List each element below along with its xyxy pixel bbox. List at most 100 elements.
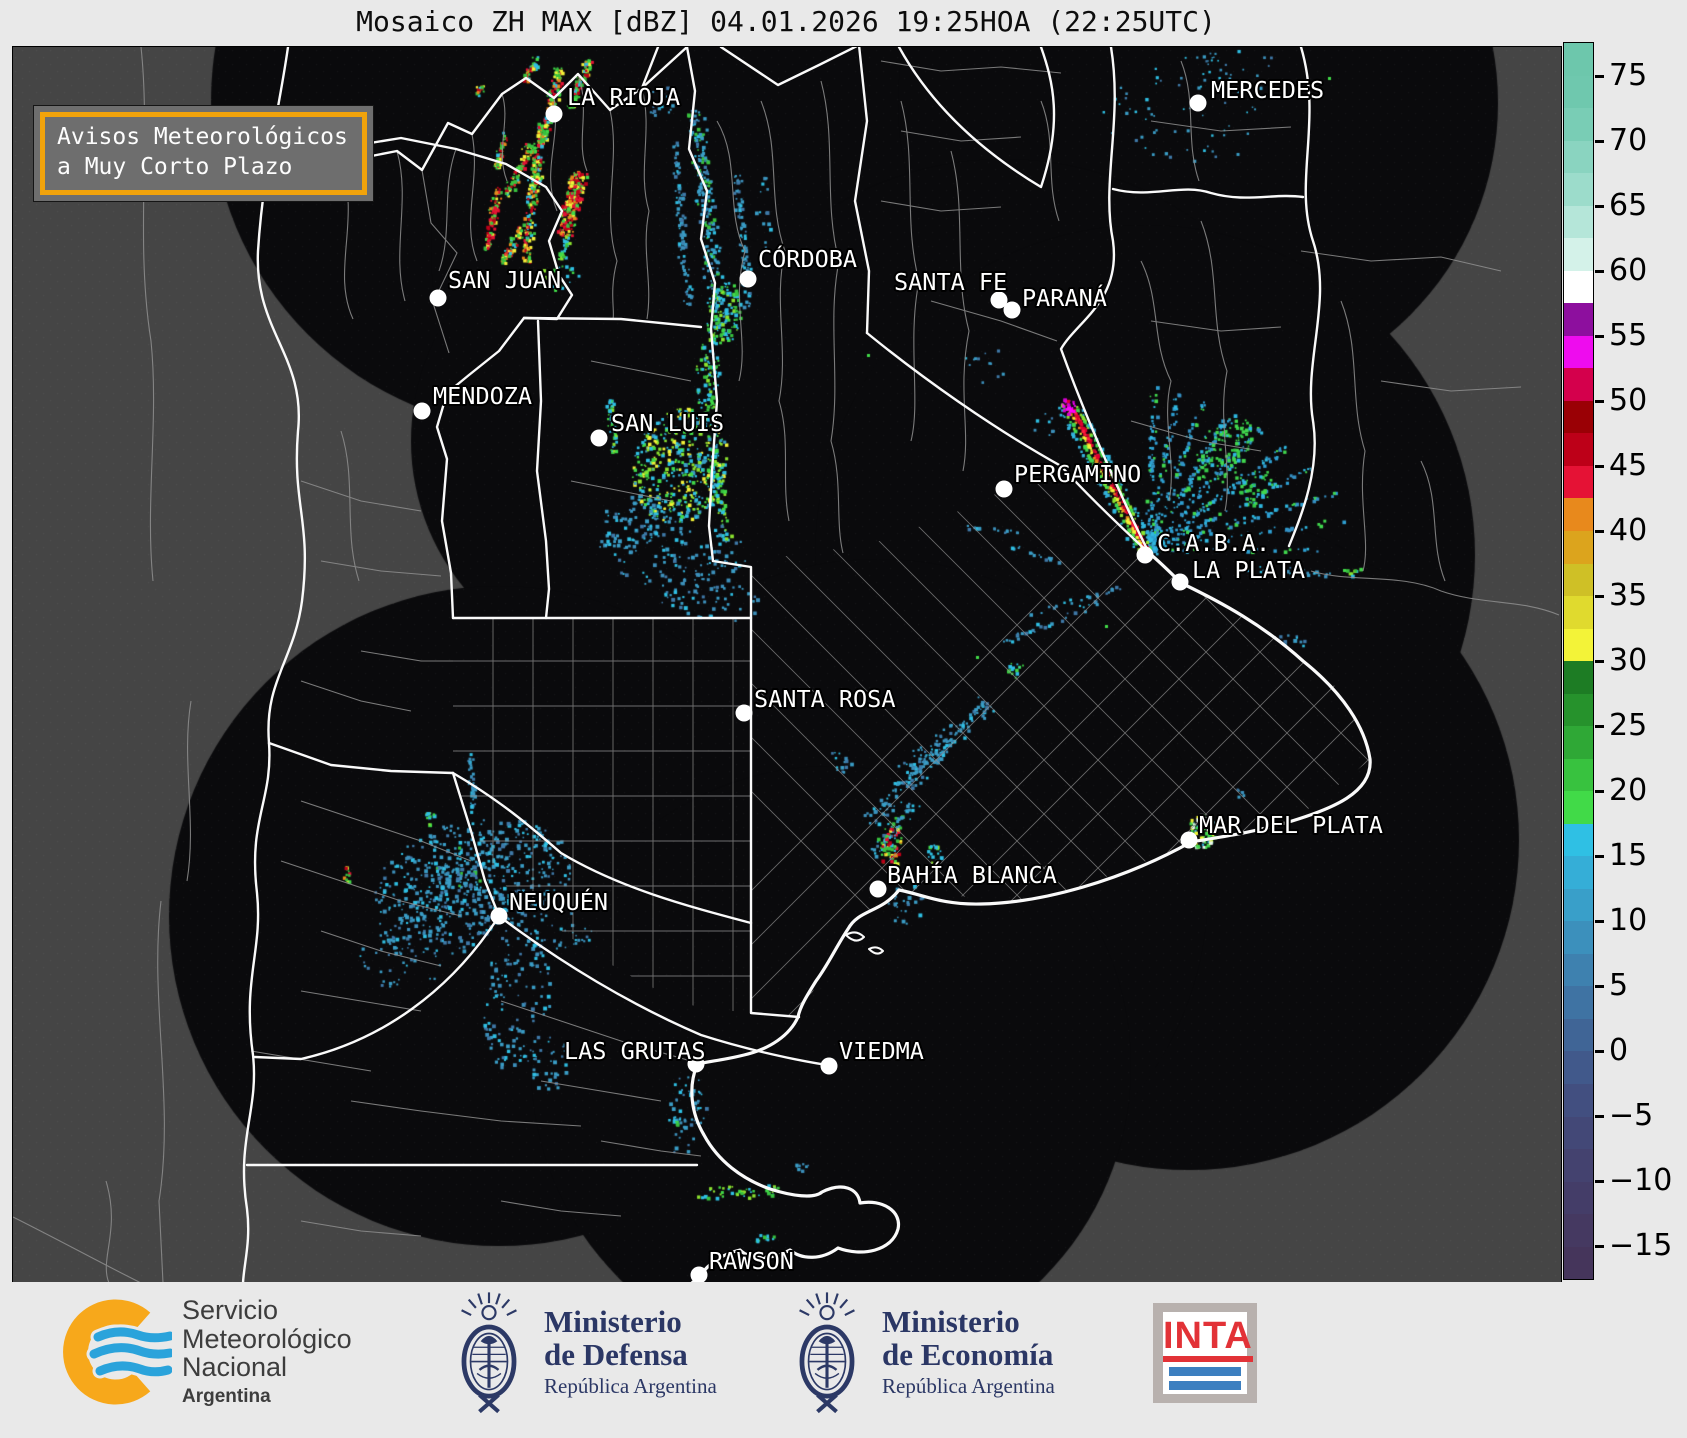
economia-text: Ministerio de Economía República Argenti… <box>882 1304 1055 1400</box>
colorbar-segment <box>1564 823 1593 857</box>
colorbar-tick <box>1595 530 1604 533</box>
city-marker: NEUQUÉN <box>490 886 610 925</box>
colorbar-tick <box>1595 335 1604 338</box>
inta-inner: INTA <box>1163 1312 1253 1394</box>
colorbar-tick <box>1595 920 1604 923</box>
ministerio-defensa-logo: Ministerio de Defensa República Argentin… <box>450 1290 717 1414</box>
city-marker: LAS GRUTAS <box>562 1035 707 1073</box>
colorbar-tick <box>1595 595 1604 598</box>
radar-mosaic-page: { "title": "Mosaico ZH MAX [dBZ] 04.01.2… <box>0 0 1687 1438</box>
colorbar-tick <box>1595 1180 1604 1183</box>
radar-map: LA RIOJA MERCEDES SAN JUAN CÓRDOBA SANTA FE P… <box>12 46 1562 1284</box>
colorbar-tick <box>1595 205 1604 208</box>
city-marker: MENDOZA <box>413 380 534 420</box>
colorbar-segment <box>1564 43 1593 76</box>
city-marker: VIEDMA <box>820 1035 926 1075</box>
colorbar-segment <box>1564 953 1593 987</box>
city-label: C.A.B.A. <box>1157 529 1270 557</box>
colorbar-segment <box>1564 1051 1593 1084</box>
city-marker: CÓRDOBA <box>739 243 859 288</box>
city-marker: SAN LUIS <box>590 407 726 447</box>
colorbar-tick-label: 35 <box>1609 578 1648 613</box>
colorbar-segment <box>1564 433 1593 466</box>
colorbar-tick-label: 50 <box>1609 383 1648 418</box>
colorbar-segment <box>1564 1149 1593 1182</box>
colorbar-segment <box>1564 1214 1593 1247</box>
city-marker: LA PLATA <box>1171 554 1307 591</box>
colorbar-segment <box>1564 335 1593 369</box>
smn-line4: Argentina <box>182 1385 271 1407</box>
colorbar-segment <box>1564 628 1593 662</box>
city-marker: SANTA FE <box>892 266 1009 309</box>
city-markers-layer: LA RIOJA MERCEDES SAN JUAN CÓRDOBA SANTA FE P… <box>413 74 1385 1283</box>
colorbar-segment <box>1564 75 1593 109</box>
smn-logo: Servicio Meteorológico Nacional Argentin… <box>56 1296 352 1408</box>
colorbar-segment <box>1564 400 1593 434</box>
city-label: LA PLATA <box>1192 556 1305 584</box>
colorbar-segment <box>1564 270 1593 304</box>
inta-frame: INTA <box>1153 1303 1257 1403</box>
colorbar-tick <box>1595 855 1604 858</box>
ministerio-economia-logo: Ministerio de Economía República Argenti… <box>788 1290 1055 1414</box>
colorbar-segment <box>1564 205 1593 239</box>
defensa-text: Ministerio de Defensa República Argentin… <box>544 1303 717 1400</box>
colorbar-segment <box>1564 856 1593 889</box>
economia-line3: República Argentina <box>882 1374 1055 1399</box>
colorbar-segment <box>1564 563 1593 597</box>
city-label: SAN JUAN <box>448 266 561 294</box>
footer-logos: Servicio Meteorológico Nacional Argentin… <box>0 1282 1687 1438</box>
colorbar-tick <box>1595 1050 1604 1053</box>
city-label: MAR DEL PLATA <box>1199 811 1383 839</box>
city-marker: SANTA ROSA <box>735 683 897 722</box>
colorbar-segment <box>1564 921 1593 954</box>
colorbar-tick-label: −5 <box>1609 1098 1654 1133</box>
colorbar-segment <box>1564 303 1593 336</box>
colorbar-segment <box>1564 661 1593 694</box>
colorbar-tick <box>1595 1115 1604 1118</box>
city-marker: MAR DEL PLATA <box>1180 809 1385 849</box>
smn-line2: Meteorológico <box>182 1323 352 1354</box>
colorbar-tick <box>1595 1245 1604 1248</box>
city-dot <box>429 289 447 307</box>
colorbar-tick <box>1595 75 1604 78</box>
colorbar-tick-label: 10 <box>1609 903 1648 938</box>
colorbar-segment <box>1564 530 1593 564</box>
city-label: VIEDMA <box>839 1037 924 1065</box>
smn-line1: Servicio <box>182 1295 279 1326</box>
city-dot <box>739 270 757 288</box>
dbz-colorbar <box>1563 42 1594 1280</box>
colorbar-tick-label: −10 <box>1609 1163 1673 1198</box>
inta-bar-2 <box>1169 1381 1241 1390</box>
city-marker: MERCEDES <box>1189 74 1326 112</box>
city-label: MENDOZA <box>433 382 532 410</box>
colorbar-tick-label: −15 <box>1609 1228 1673 1263</box>
city-dot <box>1180 831 1198 849</box>
colorbar-segment <box>1564 693 1593 727</box>
colorbar-tick <box>1595 790 1604 793</box>
city-dot <box>735 704 753 722</box>
city-label: PARANÁ <box>1022 284 1107 312</box>
warning-line-1: Avisos Meteorológicos <box>57 124 348 150</box>
colorbar-segment <box>1564 465 1593 499</box>
city-marker: LA RIOJA <box>545 81 682 123</box>
department-borders <box>13 47 1560 1283</box>
defensa-line1: Ministerio <box>544 1303 682 1339</box>
city-dot <box>413 402 431 420</box>
city-dot <box>590 429 608 447</box>
colorbar-segment <box>1564 108 1593 141</box>
city-label: NEUQUÉN <box>509 888 608 916</box>
colorbar-segment <box>1564 1116 1593 1150</box>
colorbar-segment <box>1564 791 1593 824</box>
warning-banner: Avisos Meteorológicos a Muy Corto Plazo <box>33 105 374 202</box>
colorbar-tick-label: 40 <box>1609 513 1648 548</box>
colorbar-tick <box>1595 660 1604 663</box>
colorbar-tick <box>1595 270 1604 273</box>
city-dot <box>995 480 1013 498</box>
colorbar-segment <box>1564 498 1593 531</box>
buenos-aires-department-lattice <box>751 463 1371 1017</box>
warning-line-2: a Muy Corto Plazo <box>57 154 293 181</box>
city-label: LA RIOJA <box>567 83 680 111</box>
city-dot <box>690 1266 708 1283</box>
colorbar-segment <box>1564 1246 1593 1280</box>
city-dot <box>490 907 508 925</box>
